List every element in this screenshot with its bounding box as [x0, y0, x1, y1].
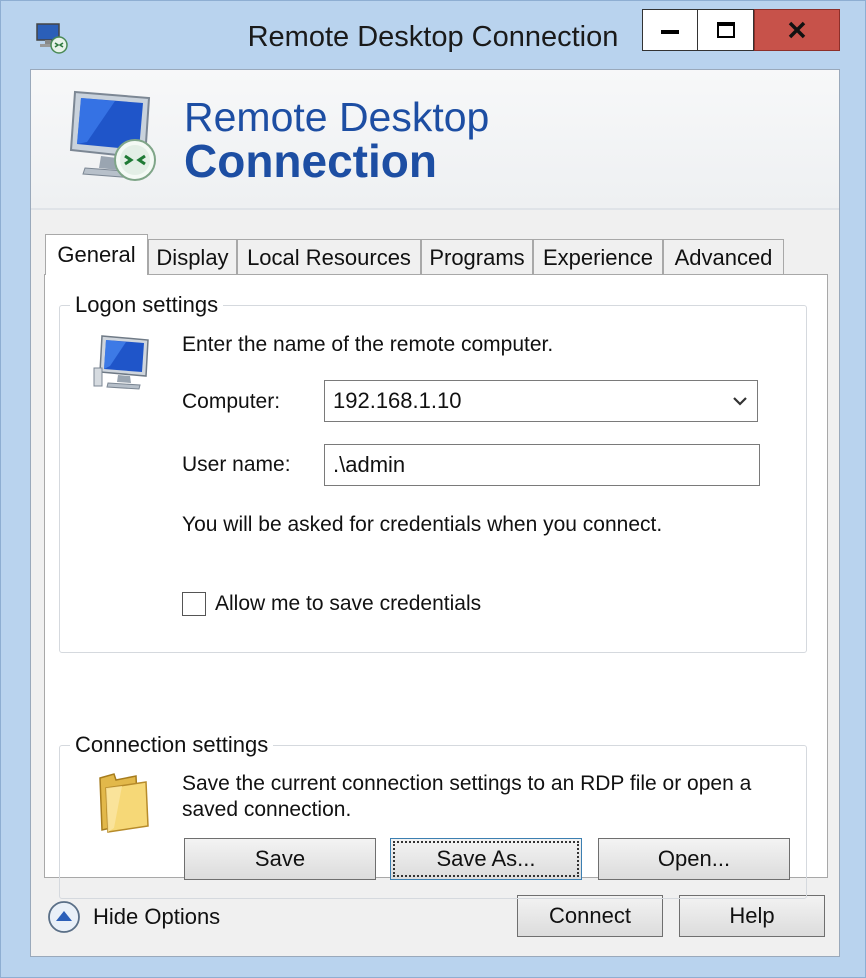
- hide-options-label[interactable]: Hide Options: [93, 904, 220, 930]
- computer-combobox[interactable]: 192.168.1.10: [324, 380, 758, 422]
- computer-value: 192.168.1.10: [333, 388, 462, 413]
- header-banner: Remote Desktop Connection: [31, 70, 839, 210]
- tab-advanced[interactable]: Advanced: [663, 239, 784, 275]
- maximize-icon: [716, 22, 735, 38]
- hide-options-toggle[interactable]: [47, 900, 81, 934]
- help-button[interactable]: Help: [679, 895, 825, 937]
- credentials-note: You will be asked for credentials when y…: [182, 513, 663, 536]
- logon-settings-group: Logon settings Enter the name of the rem…: [59, 292, 807, 653]
- logon-settings-legend: Logon settings: [70, 292, 224, 318]
- connection-description-line2: saved connection.: [182, 798, 352, 821]
- rdc-window: Remote Desktop Connection Remote Desktop…: [0, 0, 866, 978]
- remote-desktop-logo-icon: [69, 90, 156, 181]
- tab-local-resources[interactable]: Local Resources: [237, 239, 421, 275]
- connection-settings-legend: Connection settings: [70, 732, 274, 758]
- computer-label: Computer:: [182, 390, 281, 413]
- folder-icon: [99, 773, 149, 833]
- minimize-button[interactable]: [642, 9, 698, 51]
- computer-instruction-text: Enter the name of the remote computer.: [182, 333, 554, 356]
- maximize-button[interactable]: [698, 9, 754, 51]
- close-icon: [788, 21, 806, 39]
- tab-general[interactable]: General: [45, 234, 148, 275]
- connect-button[interactable]: Connect: [517, 895, 663, 937]
- tab-experience[interactable]: Experience: [533, 239, 663, 275]
- save-credentials-label[interactable]: Allow me to save credentials: [215, 592, 481, 616]
- save-button[interactable]: Save: [184, 838, 376, 880]
- dialog-client-area: Remote Desktop Connection General Displa…: [30, 69, 840, 957]
- tab-programs[interactable]: Programs: [421, 239, 533, 275]
- tab-display[interactable]: Display: [148, 239, 237, 275]
- save-credentials-checkbox[interactable]: [182, 592, 206, 616]
- username-label: User name:: [182, 453, 291, 476]
- connection-description-line1: Save the current connection settings to …: [182, 772, 752, 795]
- banner-title-line2: Connection: [184, 135, 437, 187]
- computer-icon: [93, 335, 149, 390]
- title-bar[interactable]: Remote Desktop Connection: [1, 1, 865, 69]
- general-tab-panel: Logon settings Enter the name of the rem…: [44, 274, 828, 899]
- minimize-icon: [661, 30, 679, 34]
- connection-settings-group: Connection settings Save the current con…: [59, 732, 807, 899]
- save-as-button[interactable]: Save As...: [390, 838, 582, 880]
- close-button[interactable]: [754, 9, 840, 51]
- username-field[interactable]: .\admin: [324, 444, 760, 486]
- chevron-up-circle-icon[interactable]: [47, 900, 81, 934]
- open-button[interactable]: Open...: [598, 838, 790, 880]
- username-value: .\admin: [333, 452, 406, 477]
- chevron-down-icon[interactable]: [731, 392, 749, 410]
